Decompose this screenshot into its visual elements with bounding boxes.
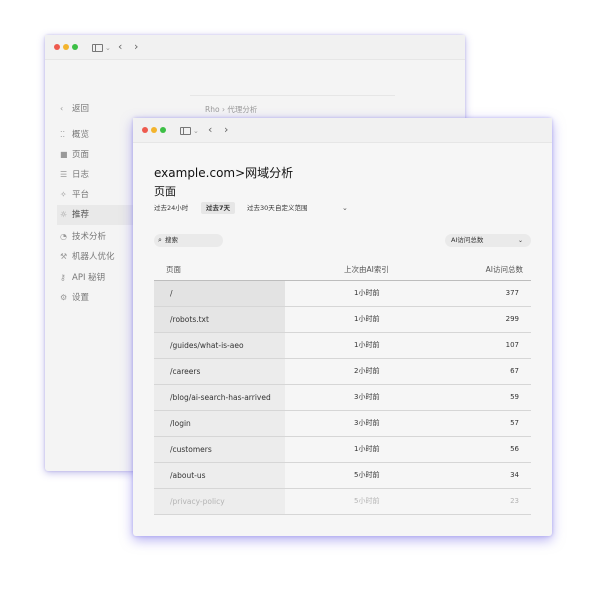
row-last-indexed: 1小时前 — [354, 445, 380, 453]
range-24h[interactable]: 过去24小时 — [154, 202, 188, 214]
row-path[interactable]: /guides/what-is-aeo — [170, 333, 244, 358]
zoom-window-button[interactable] — [72, 44, 78, 50]
column-header-page[interactable]: 页面 — [166, 264, 181, 276]
sidebar-back-link[interactable]: ‹ 返回 — [60, 99, 180, 119]
divider — [190, 95, 395, 96]
sidebar-toggle-icon[interactable] — [92, 44, 103, 52]
sidebar-item-label: 机器人优化 — [72, 252, 115, 262]
document-icon: ■ — [60, 150, 68, 159]
visit-share-bar — [154, 281, 285, 306]
section-title: 页面 — [154, 185, 176, 198]
chevron-down-icon[interactable]: ⌄ — [342, 202, 348, 214]
range-7d[interactable]: 过去7天 — [201, 202, 236, 214]
gear-icon: ⚙ — [60, 293, 68, 302]
sidebar-back-label: 返回 — [72, 104, 90, 114]
chevron-down-icon[interactable]: ⌄ — [193, 123, 199, 139]
titlebar: ⌄ ‹ › — [45, 35, 465, 60]
row-visits: 23 — [510, 497, 519, 505]
search-placeholder: 搜索 — [165, 236, 178, 244]
row-last-indexed: 1小时前 — [354, 315, 380, 323]
table-row[interactable]: /careers 2小时前 67 — [154, 359, 531, 385]
row-visits: 34 — [510, 471, 519, 479]
breadcrumb-root[interactable]: Rho — [205, 105, 220, 114]
table-row[interactable]: / 1小时前 377 — [154, 281, 531, 307]
forward-arrow-icon[interactable]: › — [224, 122, 228, 138]
column-header-visits[interactable]: AI访问总数 — [486, 264, 523, 276]
foreground-window: ⌄ ‹ › example.com>网域分析 页面 过去24小时 过去7天 过去… — [133, 118, 552, 536]
range-custom[interactable]: 自定义范围 — [275, 202, 308, 214]
key-icon: ⚷ — [60, 273, 66, 282]
row-path[interactable]: /customers — [170, 437, 212, 462]
chart-icon: ◔ — [60, 232, 67, 241]
row-last-indexed: 5小时前 — [354, 497, 380, 505]
forward-arrow-icon[interactable]: › — [134, 39, 138, 55]
sort-select-value: AI访问总数 — [451, 236, 484, 244]
row-visits: 107 — [505, 341, 519, 349]
sidebar-item-label: 日志 — [72, 170, 90, 180]
row-visits: 59 — [510, 393, 519, 401]
sort-select[interactable]: AI访问总数 ⌄ — [445, 234, 531, 247]
breadcrumb-current: 代理分析 — [227, 105, 258, 114]
back-arrow-icon[interactable]: ‹ — [118, 39, 122, 55]
table-row[interactable]: /about-us 5小时前 34 — [154, 463, 531, 489]
row-last-indexed: 2小时前 — [354, 367, 380, 375]
table-row[interactable]: /blog/ai-search-has-arrived 3小时前 59 — [154, 385, 531, 411]
sidebar-item-label: API 秘钥 — [72, 273, 106, 283]
row-last-indexed: 3小时前 — [354, 393, 380, 401]
row-path[interactable]: /login — [170, 411, 191, 436]
minimize-window-button[interactable] — [63, 44, 69, 50]
grid-icon: ⁚⁚ — [60, 130, 66, 139]
search-icon: ⌕ — [158, 236, 162, 244]
search-input[interactable]: ⌕ 搜索 — [154, 234, 223, 247]
column-header-last-indexed[interactable]: 上次由AI索引 — [344, 264, 389, 276]
back-arrow-icon[interactable]: ‹ — [208, 122, 212, 138]
row-path[interactable]: /robots.txt — [170, 307, 209, 332]
chevron-left-icon: ‹ — [60, 104, 64, 113]
sparkle-icon: ✧ — [60, 190, 67, 199]
table-row[interactable]: /privacy-policy 5小时前 23 — [154, 489, 531, 515]
zoom-window-button[interactable] — [160, 127, 166, 133]
sidebar-item-label: 技术分析 — [72, 232, 107, 242]
close-window-button[interactable] — [142, 127, 148, 133]
row-last-indexed: 3小时前 — [354, 419, 380, 427]
close-window-button[interactable] — [54, 44, 60, 50]
row-last-indexed: 1小时前 — [354, 289, 380, 297]
row-visits: 57 — [510, 419, 519, 427]
titlebar: ⌄ ‹ › — [133, 118, 552, 143]
row-path[interactable]: /blog/ai-search-has-arrived — [170, 385, 271, 410]
row-last-indexed: 5小时前 — [354, 471, 380, 479]
row-last-indexed: 1小时前 — [354, 341, 380, 349]
range-30d[interactable]: 过去30天 — [247, 202, 275, 214]
lightbulb-icon: ☼ — [60, 210, 68, 219]
sidebar-item-label: 推荐 — [72, 210, 90, 220]
table-row[interactable]: /login 3小时前 57 — [154, 411, 531, 437]
row-visits: 67 — [510, 367, 519, 375]
page-title: example.com>网域分析 — [154, 166, 294, 180]
table-row[interactable]: /customers 1小时前 56 — [154, 437, 531, 463]
chevron-down-icon: ⌄ — [517, 237, 523, 244]
chevron-down-icon[interactable]: ⌄ — [105, 40, 111, 56]
table-row[interactable]: /guides/what-is-aeo 1小时前 107 — [154, 333, 531, 359]
breadcrumb-separator: › — [221, 105, 225, 114]
sidebar-toggle-icon[interactable] — [180, 127, 191, 135]
row-visits: 299 — [505, 315, 519, 323]
sidebar-item-label: 概览 — [72, 130, 90, 140]
row-visits: 56 — [510, 445, 519, 453]
list-icon: ☰ — [60, 170, 68, 179]
breadcrumb: Rho › 代理分析 — [205, 104, 257, 115]
sidebar-item-label: 设置 — [72, 293, 90, 303]
wrench-icon: ⚒ — [60, 252, 68, 261]
sidebar-item-label: 页面 — [72, 150, 90, 160]
row-path[interactable]: /careers — [170, 359, 200, 384]
sidebar-item-label: 平台 — [72, 190, 90, 200]
row-path[interactable]: / — [170, 281, 173, 306]
row-visits: 377 — [505, 289, 519, 297]
table-row[interactable]: /robots.txt 1小时前 299 — [154, 307, 531, 333]
row-path[interactable]: /about-us — [170, 463, 206, 488]
minimize-window-button[interactable] — [151, 127, 157, 133]
row-path[interactable]: /privacy-policy — [170, 489, 225, 514]
